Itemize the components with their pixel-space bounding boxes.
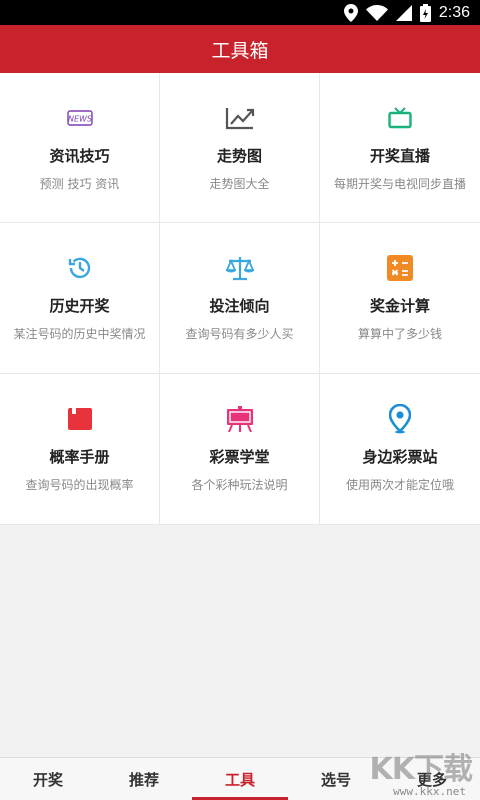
tool-live-draw[interactable]: 开奖直播 每期开奖与电视同步直播 — [320, 73, 480, 223]
balance-scale-icon — [225, 253, 255, 283]
tool-desc: 预测 技巧 资讯 — [39, 177, 120, 191]
svg-text:NEWS: NEWS — [67, 115, 91, 124]
news-icon: NEWS — [65, 103, 95, 133]
tool-prize-calculator[interactable]: 奖金计算 算算中了多少钱 — [320, 223, 480, 374]
tool-desc: 某注号码的历史中奖情况 — [13, 327, 146, 341]
tool-trend-chart[interactable]: 走势图 走势图大全 — [160, 73, 320, 223]
nav-tab-more[interactable]: 更多 — [384, 758, 480, 800]
app-bar: 工具箱 — [0, 25, 480, 73]
nav-tab-draw-results[interactable]: 开奖 — [0, 758, 96, 800]
location-icon — [343, 3, 358, 22]
status-bar: 2:36 — [0, 0, 480, 25]
location-pin-icon — [385, 404, 415, 434]
easel-icon — [225, 404, 255, 434]
history-clock-icon — [65, 253, 95, 283]
tool-desc: 查询号码有多少人买 — [185, 327, 294, 341]
tool-desc: 走势图大全 — [209, 177, 270, 191]
tool-history[interactable]: 历史开奖 某注号码的历史中奖情况 — [0, 223, 160, 374]
tool-desc: 每期开奖与电视同步直播 — [333, 177, 466, 191]
calculator-icon — [385, 253, 415, 283]
wifi-icon — [365, 4, 388, 21]
nav-tab-tools[interactable]: 工具 — [192, 758, 288, 800]
tool-probability-manual[interactable]: 概率手册 查询号码的出现概率 — [0, 374, 160, 525]
tool-label: 概率手册 — [49, 448, 110, 466]
nav-tab-recommend[interactable]: 推荐 — [96, 758, 192, 800]
signal-icon — [395, 4, 412, 21]
status-time: 2:36 — [438, 3, 470, 21]
tool-grid: NEWS 资讯技巧 预测 技巧 资讯 走势图 走势图大全 开奖直播 每期开奖与电… — [0, 73, 480, 525]
tool-label: 走势图 — [216, 147, 262, 165]
bottom-nav: 开奖 推荐 工具 选号 更多 — [0, 757, 480, 800]
tool-label: 奖金计算 — [369, 297, 430, 315]
tool-label: 资讯技巧 — [49, 147, 110, 165]
page-title: 工具箱 — [211, 39, 269, 62]
tool-label: 投注倾向 — [209, 297, 270, 315]
tool-label: 开奖直播 — [369, 147, 430, 165]
tv-icon — [385, 103, 415, 133]
tool-desc: 各个彩种玩法说明 — [191, 478, 288, 492]
battery-icon — [419, 3, 431, 22]
tool-label: 彩票学堂 — [209, 448, 270, 466]
nav-tab-number-picker[interactable]: 选号 — [288, 758, 384, 800]
tool-desc: 算算中了多少钱 — [357, 327, 442, 341]
tool-news-tips[interactable]: NEWS 资讯技巧 预测 技巧 资讯 — [0, 73, 160, 223]
trend-chart-icon — [225, 103, 255, 133]
tool-label: 身边彩票站 — [362, 448, 438, 466]
tool-desc: 使用两次才能定位哦 — [345, 478, 454, 492]
tool-label: 历史开奖 — [49, 297, 110, 315]
tool-lottery-school[interactable]: 彩票学堂 各个彩种玩法说明 — [160, 374, 320, 525]
tool-bet-trend[interactable]: 投注倾向 查询号码有多少人买 — [160, 223, 320, 374]
book-icon — [65, 404, 95, 434]
tool-nearby-station[interactable]: 身边彩票站 使用两次才能定位哦 — [320, 374, 480, 525]
tool-desc: 查询号码的出现概率 — [25, 478, 134, 492]
